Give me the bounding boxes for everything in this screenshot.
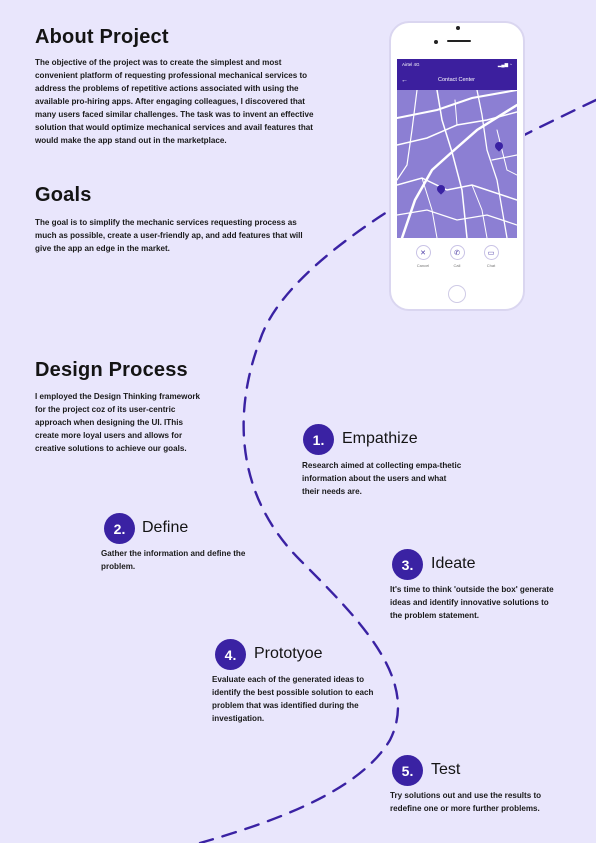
step-text: Gather the information and define the pr… <box>101 549 246 571</box>
step-text: Evaluate each of the generated ideas to … <box>212 675 374 723</box>
phone-status-bar: Airtel 4G ▂▄▆ ◔ <box>397 59 517 70</box>
phone-camera-icon <box>434 40 438 44</box>
chat-icon: ▭ <box>483 245 499 260</box>
map-streets <box>397 89 517 240</box>
step-title: Test <box>431 761 461 778</box>
step-number: 1. <box>303 424 334 455</box>
back-arrow-icon[interactable]: ← <box>401 77 408 84</box>
step-title: Define <box>142 519 189 536</box>
about-text: The objective of the project was to crea… <box>35 58 314 145</box>
home-button[interactable] <box>448 285 466 303</box>
step-number: 4. <box>215 639 246 670</box>
about-heading: About Project <box>35 26 169 48</box>
step-title: Empathize <box>342 430 418 447</box>
signal-icon: ▂▄▆ ◔ <box>497 61 512 67</box>
close-icon: ✕ <box>415 245 431 260</box>
step-title: Prototyoe <box>254 645 323 662</box>
phone-speaker-icon <box>447 40 471 42</box>
phone-app-bar: ← Contact Center <box>397 70 517 90</box>
design-process-heading: Design Process <box>35 359 188 381</box>
map-view[interactable] <box>397 89 517 240</box>
step-number: 3. <box>392 549 423 580</box>
step-text: Research aimed at collecting empa-thetic… <box>302 461 462 496</box>
step-number: 5. <box>392 755 423 786</box>
chat-button[interactable]: ▭ Chat <box>476 245 506 268</box>
phone-sensor-icon <box>456 26 460 30</box>
phone-icon: ✆ <box>449 245 465 260</box>
call-button[interactable]: ✆ Call <box>442 245 472 268</box>
design-process-text: I employed the Design Thinking framework… <box>35 392 201 453</box>
step-number: 2. <box>104 513 135 544</box>
cancel-button[interactable]: ✕ Cancel <box>408 245 438 268</box>
goals-heading: Goals <box>35 184 92 206</box>
app-title: Contact Center <box>438 77 475 83</box>
step-text: It's time to think 'outside the box' gen… <box>390 585 554 620</box>
step-text: Try solutions out and use the results to… <box>390 791 542 813</box>
goals-text: The goal is to simplify the mechanic ser… <box>35 218 303 253</box>
step-title: Ideate <box>431 555 476 572</box>
carrier-label: Airtel 4G <box>402 62 420 67</box>
phone-mockup: Airtel 4G ▂▄▆ ◔ ← Contact Center ✕ Cance… <box>389 21 525 311</box>
phone-actions: ✕ Cancel ✆ Call ▭ Chat <box>397 245 517 271</box>
phone-screen: Airtel 4G ▂▄▆ ◔ ← Contact Center ✕ Cance… <box>397 59 517 271</box>
